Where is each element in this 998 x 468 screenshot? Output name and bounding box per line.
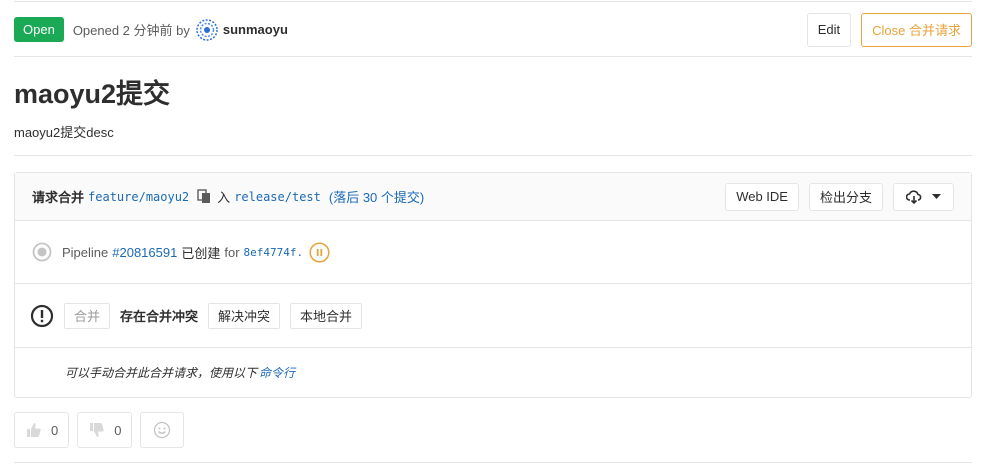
- manual-merge-hint: 可以手动合并此合并请求，使用以下 命令行: [15, 348, 971, 396]
- mr-description: maoyu2提交desc: [14, 125, 114, 140]
- chevron-down-icon: [932, 193, 941, 199]
- merge-locally-button[interactable]: 本地合并: [290, 302, 363, 329]
- merge-button[interactable]: 合并: [64, 302, 111, 329]
- thumbsdown-award[interactable]: 0: [77, 412, 133, 448]
- smiley-icon: [154, 421, 171, 439]
- divider: [14, 56, 972, 57]
- pipeline-status-icon[interactable]: [32, 242, 52, 262]
- thumbsup-icon: [27, 423, 41, 437]
- thumbsup-award[interactable]: 0: [14, 412, 70, 448]
- close-mr-button[interactable]: Close 合并请求: [861, 12, 972, 47]
- page-title: maoyu2提交: [14, 79, 171, 109]
- top-divider: [14, 1, 972, 2]
- copy-icon[interactable]: [197, 189, 211, 204]
- download-dropdown[interactable]: [893, 182, 954, 211]
- pipeline-link[interactable]: #20816591: [112, 245, 177, 260]
- status-badge: Open: [14, 17, 64, 42]
- pipeline-created-text: 已创建: [181, 245, 221, 261]
- commit-sha-link[interactable]: 8ef4774f.: [244, 246, 304, 259]
- cloud-download-icon: [906, 189, 922, 204]
- conflict-text: 存在合并冲突: [120, 309, 199, 324]
- header-actions: Edit Close 合并请求: [806, 12, 972, 47]
- add-emoji-button[interactable]: [140, 412, 185, 448]
- widget-header-actions: Web IDE 检出分支: [725, 182, 954, 211]
- author-name[interactable]: sunmaoyu: [223, 22, 288, 37]
- opened-text: Opened 2 分钟前 by: [72, 23, 190, 38]
- thumbsdown-icon: [90, 423, 104, 437]
- pipeline-for-text: for: [224, 244, 240, 260]
- into-label: 入: [217, 190, 231, 205]
- divider: [14, 155, 972, 156]
- mr-header: Open Opened 2 分钟前 by sunmaoyu Edit Close…: [14, 12, 972, 47]
- merge-conflict-section: 合并 存在合并冲突 解决冲突 本地合并: [15, 284, 971, 348]
- mr-widget-header: 请求合并 feature/maoyu2 入 release/test (落后 3…: [15, 173, 971, 221]
- edit-button[interactable]: Edit: [806, 12, 852, 47]
- paused-status-icon[interactable]: [309, 241, 330, 263]
- manual-merge-text: 可以手动合并此合并请求，使用以下: [65, 365, 258, 380]
- pipeline-section: Pipeline #20816591 已创建 for 8ef4774f.: [15, 221, 971, 284]
- thumbsdown-count: 0: [114, 422, 122, 438]
- commits-behind-link[interactable]: (落后 30 个提交): [329, 187, 424, 206]
- pipeline-label: Pipeline: [62, 244, 109, 260]
- author-avatar[interactable]: [196, 18, 218, 41]
- target-branch[interactable]: release/test: [234, 190, 321, 204]
- request-merge-label: 请求合并: [32, 190, 85, 205]
- checkout-branch-button[interactable]: 检出分支: [808, 182, 883, 211]
- divider: [14, 462, 972, 463]
- award-emoji-bar: 0 0: [14, 412, 185, 448]
- web-ide-button[interactable]: Web IDE: [725, 182, 799, 211]
- source-branch[interactable]: feature/maoyu2: [88, 190, 189, 204]
- thumbsup-count: 0: [51, 422, 59, 438]
- command-line-link[interactable]: 命令行: [259, 364, 295, 381]
- warning-icon: [30, 304, 54, 327]
- mr-widget: 请求合并 feature/maoyu2 入 release/test (落后 3…: [14, 172, 972, 398]
- resolve-conflicts-button[interactable]: 解决冲突: [208, 302, 281, 329]
